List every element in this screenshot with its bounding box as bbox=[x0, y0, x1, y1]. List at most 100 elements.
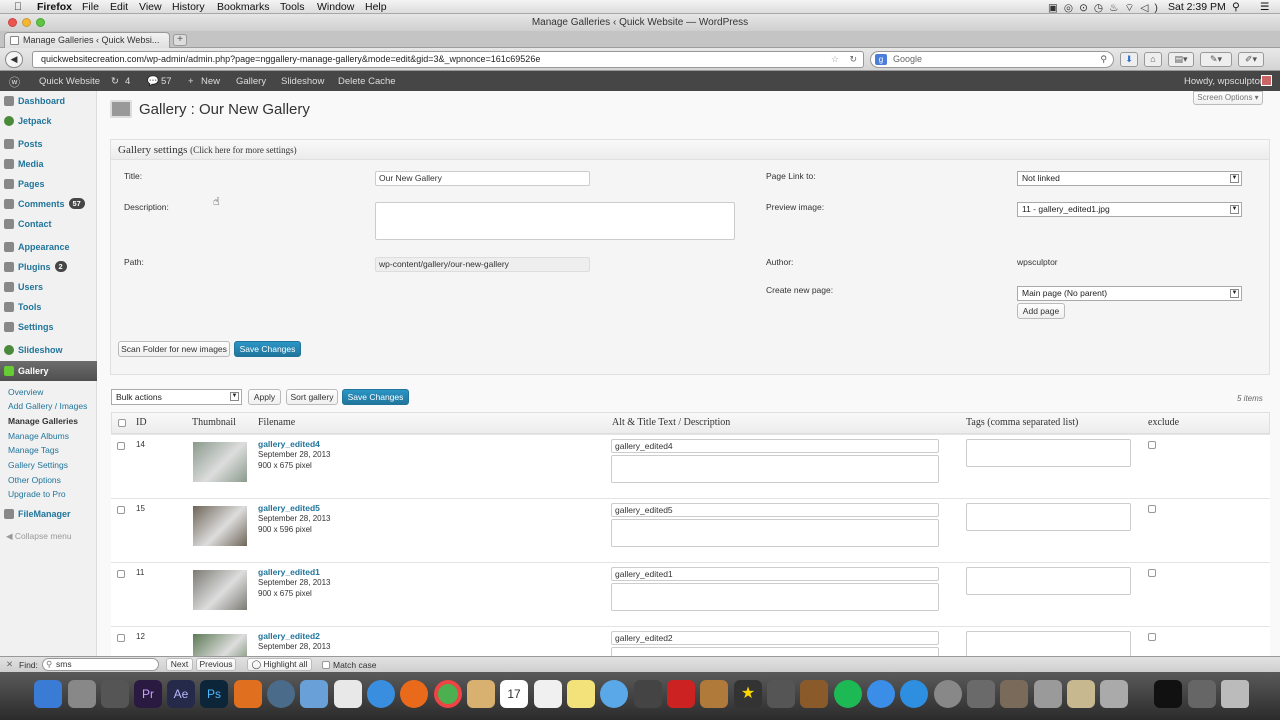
col-id[interactable]: ID bbox=[136, 413, 147, 433]
description-textarea[interactable] bbox=[611, 455, 939, 483]
photoshop-icon[interactable]: Ps bbox=[200, 680, 228, 708]
image-capture-icon[interactable] bbox=[1000, 680, 1028, 708]
notifications-icon[interactable]: ☰ bbox=[1260, 1, 1269, 13]
save-changes-button[interactable]: Save Changes bbox=[234, 341, 301, 357]
screen-options-button[interactable]: Screen Options ▾ bbox=[1193, 91, 1263, 105]
col-alt-text[interactable]: Alt & Title Text / Description bbox=[612, 413, 730, 433]
submenu-upgrade[interactable]: Upgrade to Pro bbox=[8, 489, 66, 499]
premiere-icon[interactable]: Pr bbox=[134, 680, 162, 708]
exclude-checkbox[interactable] bbox=[1148, 441, 1156, 449]
spotlight-icon[interactable]: ⚲ bbox=[1232, 1, 1240, 13]
sidebar-item-contact[interactable]: Contact bbox=[0, 215, 97, 233]
description-textarea[interactable] bbox=[611, 647, 939, 656]
audition-icon[interactable] bbox=[234, 680, 262, 708]
sidebar-item-gallery[interactable]: Gallery bbox=[0, 361, 97, 381]
finder-icon[interactable] bbox=[34, 680, 62, 708]
firefox-icon[interactable] bbox=[400, 680, 428, 708]
alt-text-input[interactable]: gallery_edited4 bbox=[611, 439, 939, 453]
submenu-add-gallery[interactable]: Add Gallery / Images bbox=[8, 401, 87, 411]
adminbar-new[interactable]: New bbox=[201, 76, 220, 87]
preview-icon[interactable] bbox=[300, 680, 328, 708]
sidebar-item-pages[interactable]: Pages bbox=[0, 175, 97, 193]
url-bar[interactable]: quickwebsitecreation.com/wp-admin/admin.… bbox=[32, 51, 864, 68]
itunes-icon[interactable] bbox=[867, 680, 895, 708]
downloads-stack-icon[interactable] bbox=[1100, 680, 1128, 708]
create-page-select[interactable]: Main page (No parent) ▼ bbox=[1017, 286, 1242, 301]
row-filename[interactable]: gallery_edited1 bbox=[258, 567, 320, 577]
after-effects-icon[interactable]: Ae bbox=[167, 680, 195, 708]
alt-text-input[interactable]: gallery_edited5 bbox=[611, 503, 939, 517]
chrome-icon[interactable] bbox=[434, 680, 462, 708]
updates-icon[interactable]: ↻ bbox=[111, 76, 119, 87]
menu-history[interactable]: History bbox=[172, 1, 205, 13]
submenu-manage-albums[interactable]: Manage Albums bbox=[8, 431, 69, 441]
description-textarea[interactable] bbox=[611, 583, 939, 611]
scan-folder-button[interactable]: Scan Folder for new images bbox=[118, 341, 230, 357]
sidebar-item-media[interactable]: Media bbox=[0, 155, 97, 173]
back-icon[interactable]: ◀ bbox=[5, 51, 23, 68]
toolbar-menu-icon[interactable]: ▤▾ bbox=[1168, 52, 1194, 67]
reload-icon[interactable]: ↻ bbox=[849, 52, 857, 67]
menu-help[interactable]: Help bbox=[365, 1, 387, 13]
launchpad-icon[interactable] bbox=[68, 680, 96, 708]
status-icons[interactable]: ▣◎⊙◷♨⌔◁) bbox=[1048, 1, 1164, 15]
sidebar-item-slideshow[interactable]: Slideshow bbox=[0, 341, 97, 359]
adminbar-comments-count[interactable]: 57 bbox=[161, 76, 172, 87]
photo-booth-icon[interactable] bbox=[667, 680, 695, 708]
imovie-icon[interactable]: ★ bbox=[734, 680, 762, 708]
sidebar-item-filemanager[interactable]: FileManager bbox=[0, 505, 97, 523]
sort-gallery-button[interactable]: Sort gallery bbox=[286, 389, 338, 405]
trash-icon[interactable] bbox=[1221, 680, 1249, 708]
textedit-icon[interactable] bbox=[334, 680, 362, 708]
match-case-checkbox[interactable] bbox=[322, 661, 330, 669]
safari-icon[interactable] bbox=[367, 680, 395, 708]
path-input[interactable]: wp-content/gallery/our-new-gallery bbox=[375, 257, 590, 272]
row-checkbox[interactable] bbox=[117, 506, 125, 514]
alt-text-input[interactable]: gallery_edited1 bbox=[611, 567, 939, 581]
exclude-checkbox[interactable] bbox=[1148, 505, 1156, 513]
sidebar-item-dashboard[interactable]: Dashboard bbox=[0, 92, 97, 110]
thumbnail-image[interactable] bbox=[193, 634, 247, 656]
sidebar-item-users[interactable]: Users bbox=[0, 278, 97, 296]
description-textarea[interactable] bbox=[375, 202, 735, 240]
find-next-button[interactable]: Next bbox=[166, 658, 193, 671]
select-all-checkbox[interactable] bbox=[118, 419, 126, 427]
home-icon[interactable]: ⌂ bbox=[1144, 52, 1162, 67]
menu-window[interactable]: Window bbox=[317, 1, 354, 13]
find-previous-button[interactable]: Previous bbox=[196, 658, 236, 671]
tools-icon[interactable]: ✐▾ bbox=[1238, 52, 1264, 67]
tags-textarea[interactable] bbox=[966, 567, 1131, 595]
wordpress-logo-icon[interactable]: ⓦ bbox=[9, 74, 20, 90]
row-checkbox[interactable] bbox=[117, 634, 125, 642]
bulk-actions-select[interactable]: Bulk actions ▼ bbox=[111, 389, 242, 405]
adminbar-updates-count[interactable]: 4 bbox=[125, 76, 130, 87]
preview-image-select[interactable]: 11 - gallery_edited1.jpg ▼ bbox=[1017, 202, 1242, 217]
menu-bookmarks[interactable]: Bookmarks bbox=[217, 1, 270, 13]
extension-icon[interactable]: ✎▾ bbox=[1200, 52, 1232, 67]
thumbnail-image[interactable] bbox=[193, 570, 247, 610]
sidebar-item-posts[interactable]: Posts bbox=[0, 135, 97, 153]
system-preferences-icon[interactable] bbox=[934, 680, 962, 708]
app-menu[interactable]: Firefox bbox=[37, 1, 72, 13]
tab-manage-galleries[interactable]: Manage Galleries ‹ Quick Websi... bbox=[4, 32, 170, 48]
submenu-manage-tags[interactable]: Manage Tags bbox=[8, 445, 59, 455]
settings-hint[interactable]: (Click here for more settings) bbox=[190, 145, 296, 155]
close-window-button[interactable] bbox=[8, 18, 17, 27]
sidebar-item-comments[interactable]: Comments 57 bbox=[0, 195, 97, 213]
adminbar-site-name[interactable]: Quick Website bbox=[39, 76, 100, 87]
tags-textarea[interactable] bbox=[966, 439, 1131, 467]
screenshot-icon[interactable] bbox=[1034, 680, 1062, 708]
comments-icon[interactable]: 💬 bbox=[147, 76, 159, 87]
apple-icon[interactable]:  bbox=[14, 1, 22, 13]
find-input[interactable]: ⚲ sms bbox=[42, 658, 159, 671]
garageband-icon[interactable] bbox=[800, 680, 828, 708]
submenu-overview[interactable]: Overview bbox=[8, 387, 43, 397]
menubar-clock[interactable]: Sat 2:39 PM bbox=[1168, 1, 1226, 13]
sidebar-item-jetpack[interactable]: Jetpack bbox=[0, 112, 97, 130]
document-stack-icon[interactable] bbox=[1154, 680, 1182, 708]
search-bar[interactable]: g Google ⚲ bbox=[870, 51, 1114, 68]
messages-icon[interactable] bbox=[600, 680, 628, 708]
stickies-icon[interactable] bbox=[567, 680, 595, 708]
row-filename[interactable]: gallery_edited2 bbox=[258, 631, 320, 641]
close-find-icon[interactable]: ✕ bbox=[6, 659, 13, 670]
